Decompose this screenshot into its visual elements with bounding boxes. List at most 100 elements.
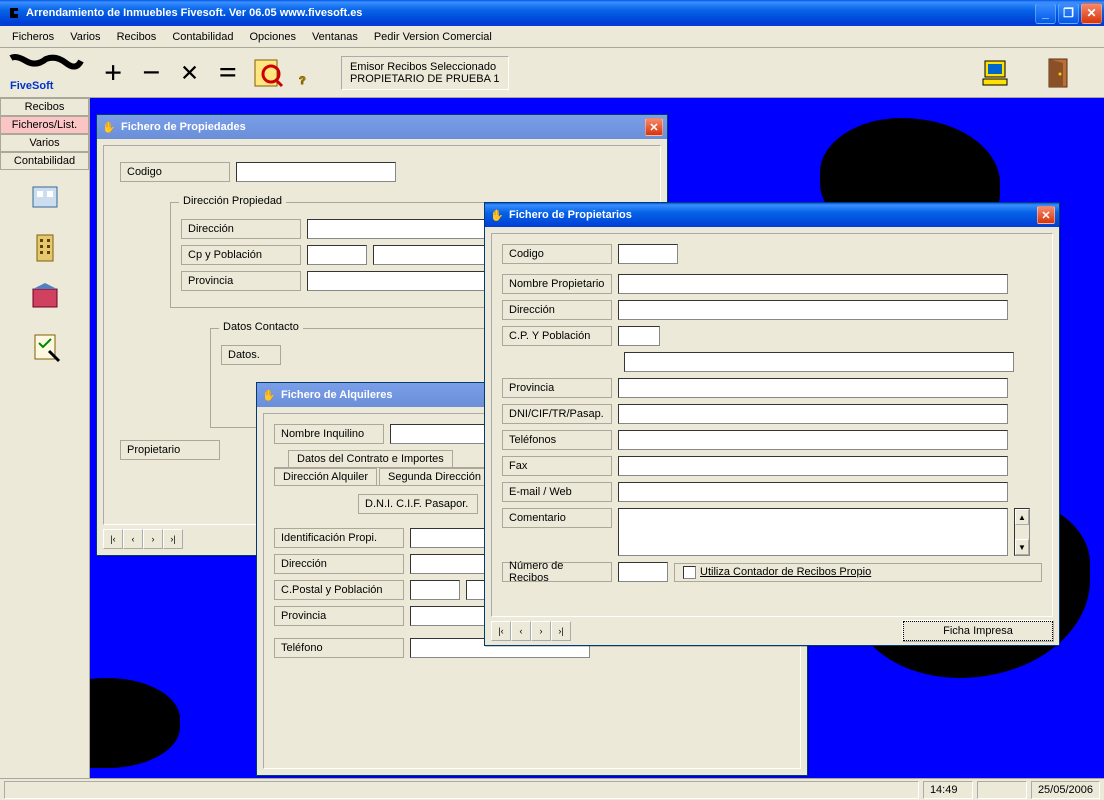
- propietario-label: Propietario: [120, 440, 220, 460]
- emisor-status-box: Emisor Recibos Seleccionado PROPIETARIO …: [341, 56, 509, 90]
- status-empty-cell: [977, 781, 1027, 799]
- sidebar-tab-contabilidad[interactable]: Contabilidad: [0, 152, 89, 170]
- prop-email-input[interactable]: [618, 482, 1008, 502]
- prop-provincia-input[interactable]: [618, 378, 1008, 398]
- tab-datos-contrato[interactable]: Datos del Contrato e Importes: [288, 450, 453, 467]
- window-propietarios-close[interactable]: ✕: [1037, 206, 1055, 224]
- hand-icon: ✋: [101, 119, 117, 135]
- dni-label: D.N.I. C.I.F. Pasapor.: [358, 494, 478, 514]
- menu-ficheros[interactable]: Ficheros: [4, 28, 62, 46]
- scroll-up-icon[interactable]: ▲: [1015, 509, 1029, 525]
- prop-contador-label: Utiliza Contador de Recibos Propio: [700, 566, 871, 578]
- ficha-impresa-button[interactable]: Ficha Impresa: [903, 621, 1053, 641]
- prop-cp-input[interactable]: [618, 326, 660, 346]
- window-propietarios-titlebar[interactable]: ✋ Fichero de Propietarios ✕: [485, 203, 1059, 227]
- hand-icon: ✋: [489, 207, 505, 223]
- prop-dni-input[interactable]: [618, 404, 1008, 424]
- mdi-workspace: Recibos Ficheros/List. Varios Contabilid…: [0, 98, 1104, 778]
- svg-text:?: ?: [299, 75, 306, 87]
- status-message-cell: [4, 781, 919, 799]
- close-button[interactable]: ✕: [1081, 3, 1102, 24]
- direccion-legend: Dirección Propiedad: [179, 195, 286, 207]
- toolbar-multiply-icon[interactable]: ×: [170, 54, 208, 91]
- toolbar-minus-icon[interactable]: −: [132, 54, 170, 91]
- contacto-legend: Datos Contacto: [219, 321, 303, 333]
- codigo-label: Codigo: [120, 162, 230, 182]
- tab-segunda-direccion[interactable]: Segunda Dirección: [379, 468, 490, 485]
- prop-nav-last[interactable]: ›|: [551, 621, 571, 641]
- nav-next-button[interactable]: ›: [143, 529, 163, 549]
- sidebar-building-icon[interactable]: [28, 230, 62, 264]
- minimize-button[interactable]: _: [1035, 3, 1056, 24]
- sidebar-tab-recibos[interactable]: Recibos: [0, 98, 89, 116]
- statusbar: 14:49 25/05/2006: [0, 778, 1104, 800]
- toolbar-equals-icon[interactable]: =: [209, 54, 247, 91]
- toolbar-plus-icon[interactable]: +: [94, 54, 132, 91]
- nav-prev-button[interactable]: ‹: [123, 529, 143, 549]
- emisor-line1: Emisor Recibos Seleccionado: [350, 61, 500, 73]
- status-date: 25/05/2006: [1031, 781, 1100, 799]
- prop-nav-prev[interactable]: ‹: [511, 621, 531, 641]
- prop-numrecibos-input[interactable]: [618, 562, 668, 582]
- ident-label: Identificación Propi.: [274, 528, 404, 548]
- toolbar-computer-icon[interactable]: [978, 54, 1016, 92]
- cp-label: Cp y Población: [181, 245, 301, 265]
- prop-nav-next[interactable]: ›: [531, 621, 551, 641]
- app-icon: [6, 5, 22, 21]
- datos-label: Datos.: [221, 345, 281, 365]
- prop-email-label: E-mail / Web: [502, 482, 612, 502]
- direccion-label: Dirección: [181, 219, 301, 239]
- sidebar-rentals-icon[interactable]: [28, 280, 62, 314]
- app-title: Arrendamiento de Inmuebles Fivesoft. Ver…: [26, 7, 1033, 19]
- prop-comentario-label: Comentario: [502, 508, 612, 528]
- prop-codigo-label: Codigo: [502, 244, 612, 264]
- cp-input[interactable]: [307, 245, 367, 265]
- prop-fax-label: Fax: [502, 456, 612, 476]
- prop-codigo-input[interactable]: [618, 244, 678, 264]
- prop-nombre-input[interactable]: [618, 274, 1008, 294]
- prop-telefonos-input[interactable]: [618, 430, 1008, 450]
- prop-contador-checkbox[interactable]: [683, 566, 696, 579]
- codigo-input[interactable]: [236, 162, 396, 182]
- restore-button[interactable]: ❐: [1058, 3, 1079, 24]
- window-propiedades-close[interactable]: ✕: [645, 118, 663, 136]
- prop-nav-first[interactable]: |‹: [491, 621, 511, 641]
- direccion-alq-label: Dirección: [274, 554, 404, 574]
- window-propiedades-title: Fichero de Propiedades: [121, 121, 246, 133]
- nav-last-button[interactable]: ›|: [163, 529, 183, 549]
- menu-ventanas[interactable]: Ventanas: [304, 28, 366, 46]
- status-time: 14:49: [923, 781, 973, 799]
- menu-pedir-version[interactable]: Pedir Version Comercial: [366, 28, 500, 46]
- hand-icon: ✋: [261, 387, 277, 403]
- fivesoft-logo: FiveSoft: [4, 51, 94, 95]
- prop-dni-label: DNI/CIF/TR/Pasap.: [502, 404, 612, 424]
- menu-contabilidad[interactable]: Contabilidad: [164, 28, 241, 46]
- prop-direccion-label: Dirección: [502, 300, 612, 320]
- prop-fax-input[interactable]: [618, 456, 1008, 476]
- nav-first-button[interactable]: |‹: [103, 529, 123, 549]
- sidebar-tab-varios[interactable]: Varios: [0, 134, 89, 152]
- toolbar-search-icon[interactable]: [249, 54, 287, 92]
- comentario-scrollbar[interactable]: ▲ ▼: [1014, 508, 1030, 556]
- menu-opciones[interactable]: Opciones: [241, 28, 303, 46]
- prop-direccion-input[interactable]: [618, 300, 1008, 320]
- svg-text:FiveSoft: FiveSoft: [10, 80, 54, 92]
- toolbar-exit-door-icon[interactable]: [1040, 54, 1078, 92]
- sidebar-checklist-icon[interactable]: [28, 330, 62, 364]
- main-titlebar: Arrendamiento de Inmuebles Fivesoft. Ver…: [0, 0, 1104, 26]
- window-propiedades-titlebar[interactable]: ✋ Fichero de Propiedades ✕: [97, 115, 667, 139]
- cp-alq-label: C.Postal y Población: [274, 580, 404, 600]
- nombre-inquilino-label: Nombre Inquilino: [274, 424, 384, 444]
- scroll-down-icon[interactable]: ▼: [1015, 539, 1029, 555]
- menu-recibos[interactable]: Recibos: [109, 28, 165, 46]
- sidebar-properties-icon[interactable]: [28, 180, 62, 214]
- tab-direccion-alquiler[interactable]: Dirección Alquiler: [274, 468, 377, 485]
- sidebar-tab-ficheros[interactable]: Ficheros/List.: [0, 116, 89, 134]
- prop-poblacion-input[interactable]: [624, 352, 1014, 372]
- toolbar-help-icon[interactable]: ?: [291, 54, 329, 92]
- cp-alq-input[interactable]: [410, 580, 460, 600]
- prop-comentario-input[interactable]: [618, 508, 1008, 556]
- menu-varios[interactable]: Varios: [62, 28, 108, 46]
- prop-nombre-label: Nombre Propietario: [502, 274, 612, 294]
- window-propietarios-title: Fichero de Propietarios: [509, 209, 632, 221]
